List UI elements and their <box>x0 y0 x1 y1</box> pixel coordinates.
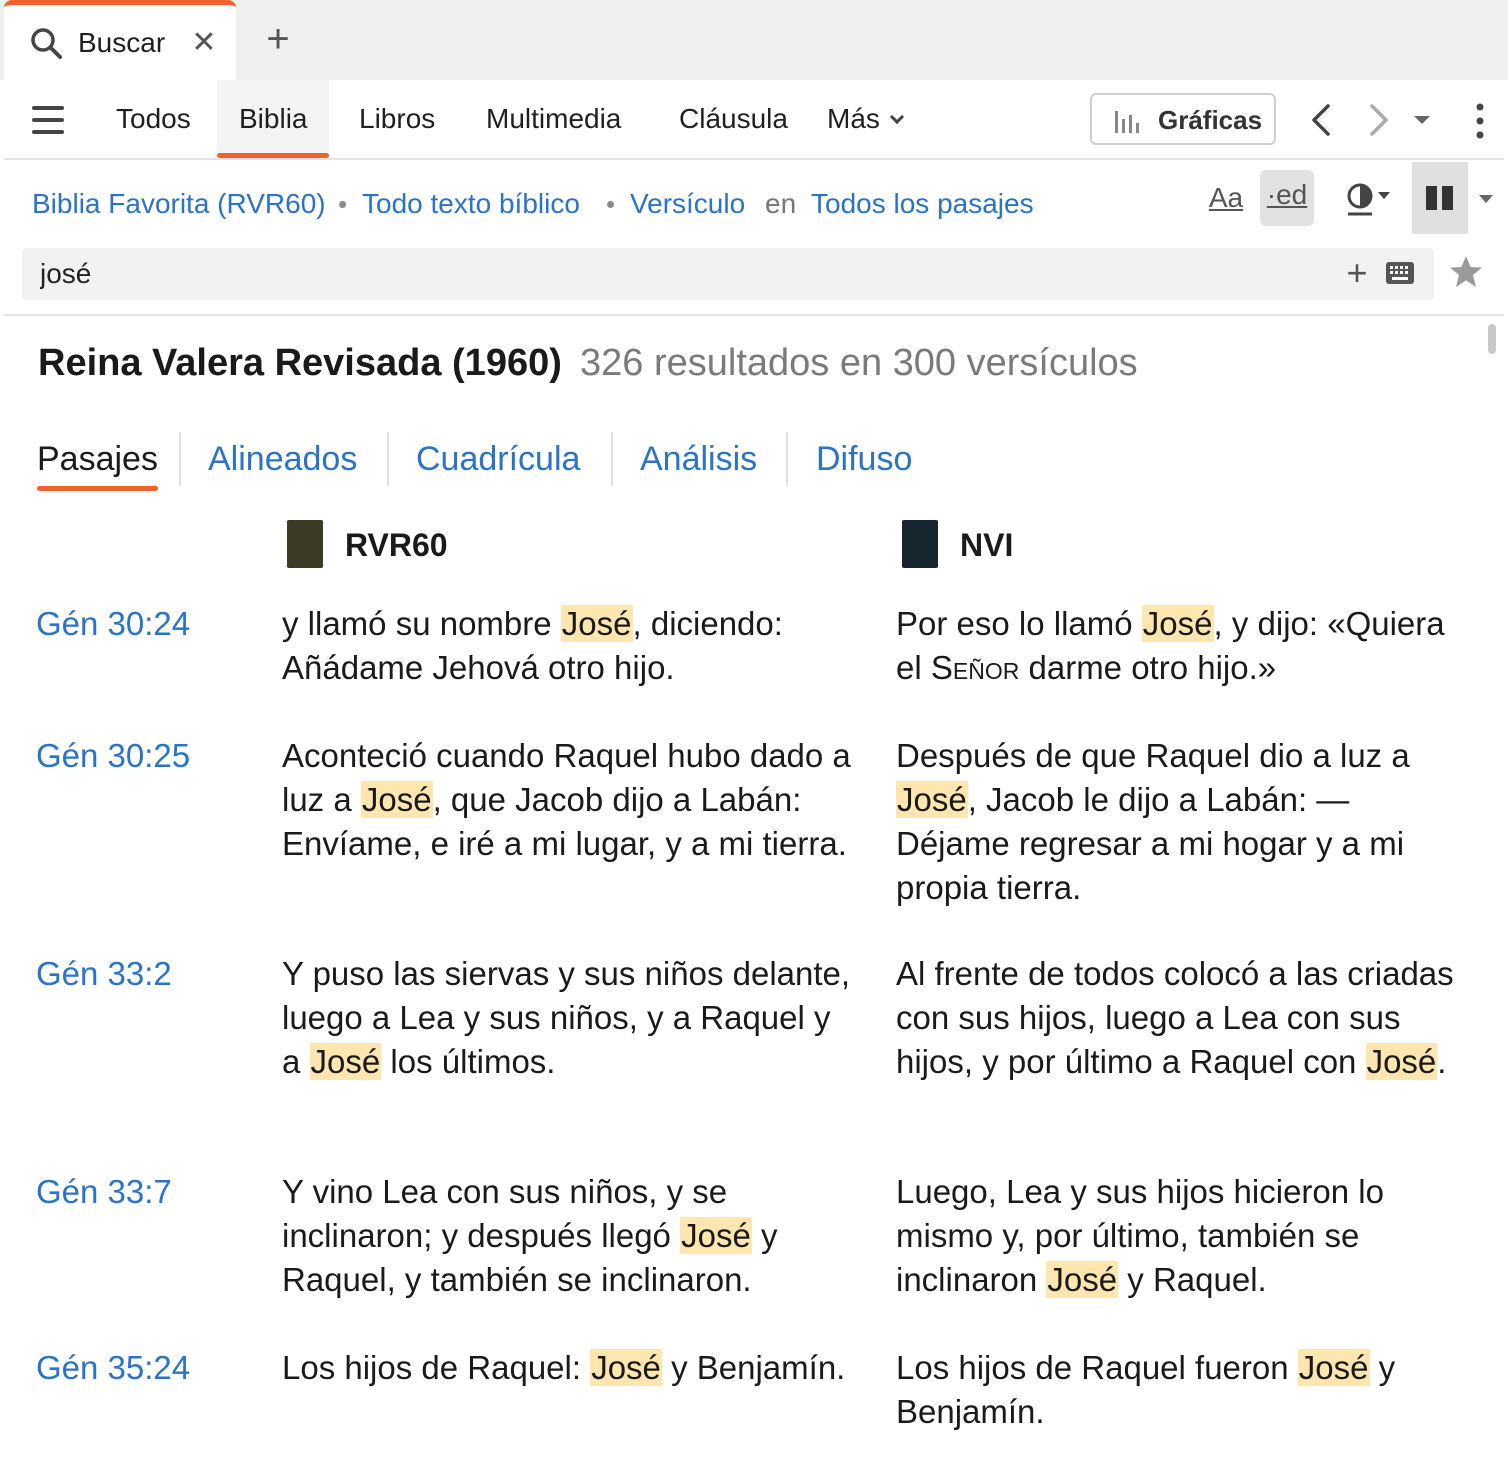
book-cover-icon <box>287 520 323 568</box>
search-icon <box>31 28 62 59</box>
nav-item-clausula[interactable]: Cláusula <box>679 80 788 158</box>
search-hit: José <box>360 781 433 818</box>
divider <box>4 314 1504 316</box>
nav-item-biblia[interactable]: Biblia <box>217 80 330 158</box>
back-arrow-icon[interactable] <box>1304 100 1340 140</box>
verse-text-nvi: Después de que Raquel dio a luz a José, … <box>896 737 1410 906</box>
tab-cuadricula[interactable]: Cuadrícula <box>416 434 580 484</box>
star-icon[interactable] <box>1448 254 1484 290</box>
chevron-down-icon <box>889 109 904 125</box>
nav-item-label: Biblia <box>239 103 308 134</box>
tab-difuso[interactable]: Difuso <box>816 434 912 484</box>
nav-item-mas[interactable]: Más <box>827 80 904 158</box>
search-hit: José <box>560 605 633 642</box>
search-hit: José <box>1297 1349 1370 1386</box>
column-label: NVI <box>960 527 1014 563</box>
verse-reference[interactable]: Gén 30:25 <box>36 734 190 778</box>
history-dropdown-icon[interactable] <box>1412 110 1432 130</box>
search-hit: José <box>1046 1261 1119 1298</box>
results-title: Reina Valera Revisada (1960) <box>38 342 562 384</box>
verse-text-nvi: Los hijos de Raquel fueron José y Benjam… <box>896 1349 1396 1430</box>
hamburger-menu-icon[interactable] <box>32 106 64 134</box>
tab-separator <box>611 432 613 486</box>
nav-item-todos[interactable]: Todos <box>116 80 191 158</box>
verse-text-rvr60: Aconteció cuando Raquel hubo dado a luz … <box>282 737 851 862</box>
search-type-nav: Todos Biblia Libros Multimedia Cláusula … <box>4 80 1504 160</box>
search-config-bar: Biblia Favorita (RVR60) • Todo texto bíb… <box>4 162 1504 246</box>
nav-item-label: Todos <box>116 103 191 134</box>
keyboard-icon[interactable] <box>1386 262 1414 284</box>
unit-selector[interactable]: Versículo <box>630 184 745 224</box>
verse-reference[interactable]: Gén 33:7 <box>36 1170 172 1214</box>
graficas-label: Gráficas <box>1158 105 1263 135</box>
add-tab-button[interactable]: + <box>258 19 298 60</box>
verse-text-rvr60: Y vino Lea con sus niños, y se inclinaro… <box>282 1173 778 1298</box>
search-hit: José <box>680 1217 752 1254</box>
in-label: en <box>765 188 797 219</box>
columns-layout-button[interactable] <box>1412 162 1468 234</box>
close-icon[interactable]: ✕ <box>188 25 220 61</box>
search-hit: José <box>1365 1043 1438 1080</box>
tab-analisis[interactable]: Análisis <box>640 434 757 484</box>
nav-item-libros[interactable]: Libros <box>359 80 435 158</box>
tab-title: Buscar <box>78 27 166 58</box>
tab-alineados[interactable]: Alineados <box>208 434 357 484</box>
verse-text-rvr60: y llamó su nombre José, diciendo: Añádam… <box>282 605 783 686</box>
font-settings-button[interactable]: Aa <box>1206 178 1246 226</box>
verse-reference[interactable]: Gén 35:24 <box>36 1346 190 1390</box>
separator-dot: • <box>606 189 616 219</box>
nav-item-multimedia[interactable]: Multimedia <box>486 80 621 158</box>
contrast-icon[interactable] <box>1344 178 1392 218</box>
nav-item-label: Más <box>827 103 880 134</box>
verse-reference[interactable]: Gén 33:2 <box>36 952 172 996</box>
search-hit: José <box>896 781 968 818</box>
scope-selector[interactable]: Todo texto bíblico <box>362 184 580 224</box>
search-input[interactable] <box>40 248 1340 300</box>
tab-separator <box>786 432 788 486</box>
scrollbar[interactable] <box>1488 324 1496 354</box>
columns-dropdown-icon[interactable] <box>1476 192 1496 208</box>
verse-text-nvi: Al frente de todos colocó a las criadas … <box>896 955 1454 1080</box>
verse-text-nvi: Luego, Lea y sus hijos hicieron lo mismo… <box>896 1173 1384 1298</box>
range-selector[interactable]: Todos los pasajes <box>811 184 1034 224</box>
results-count: 326 resultados en 300 versículos <box>580 342 1138 384</box>
tab-pasajes[interactable]: Pasajes <box>37 434 158 491</box>
tab-search[interactable]: Buscar ✕ <box>4 0 236 80</box>
separator-dot: • <box>338 189 348 219</box>
search-hit: José <box>309 1043 382 1080</box>
search-hit: José <box>1141 605 1214 642</box>
verse-reference[interactable]: Gén 30:24 <box>36 602 190 646</box>
edition-toggle-button[interactable]: ·ed <box>1260 170 1314 226</box>
book-cover-icon <box>902 520 938 568</box>
bible-selector[interactable]: Biblia Favorita (RVR60) <box>32 184 326 224</box>
nav-item-label: Libros <box>359 103 436 134</box>
nav-item-label: Cláusula <box>679 103 788 134</box>
tab-bar: Buscar ✕ + <box>0 0 1508 80</box>
graficas-button[interactable]: Gráficas <box>1090 93 1276 145</box>
more-options-icon[interactable] <box>1468 102 1492 140</box>
search-hit: José <box>590 1349 662 1386</box>
columns-icon <box>1426 186 1453 210</box>
bar-chart-icon <box>1115 111 1139 133</box>
column-label: RVR60 <box>345 527 448 563</box>
search-box: + <box>22 248 1434 300</box>
forward-arrow-icon[interactable] <box>1360 100 1396 140</box>
verse-text-rvr60: Y puso las siervas y sus niños delante, … <box>282 955 851 1080</box>
nav-item-label: Multimedia <box>486 103 622 134</box>
verse-text-rvr60: Los hijos de Raquel: José y Benjamín. <box>282 1349 846 1386</box>
tab-separator <box>387 432 389 486</box>
tab-separator <box>179 432 181 486</box>
verse-text-nvi: Por eso lo llamó José, y dijo: «Quiera e… <box>896 605 1445 686</box>
add-term-button[interactable]: + <box>1340 255 1374 292</box>
